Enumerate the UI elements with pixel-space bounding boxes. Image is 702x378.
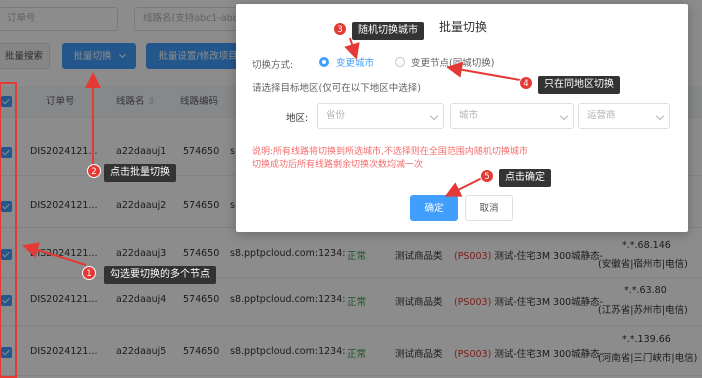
step-4-badge: 4 [519, 76, 533, 90]
radio-change-node-label[interactable]: 变更节点(同城切换) [411, 55, 494, 69]
isp-placeholder: 运营商 [587, 110, 616, 121]
dialog-title: 批量切换 [439, 20, 488, 34]
region-label: 地区: [286, 113, 309, 124]
step-1-badge: 1 [82, 266, 96, 280]
cancel-button[interactable]: 取消 [465, 195, 513, 221]
radio-change-node[interactable] [395, 57, 405, 67]
step-2-tip: 点击批量切换 [104, 164, 176, 182]
city-placeholder: 城市 [459, 110, 479, 121]
city-select[interactable]: 城市 [450, 103, 574, 129]
chevron-down-icon [429, 111, 439, 121]
step-2-badge: 2 [87, 164, 101, 178]
step-3-badge: 3 [333, 22, 347, 36]
province-select[interactable]: 省份 [317, 103, 444, 129]
region-hint: 请选择目标地区(仅可在以下地区中选择) [252, 83, 421, 94]
step-5-tip: 点击确定 [499, 169, 551, 187]
chevron-down-icon [559, 111, 569, 121]
step-1-tip: 勾选要切换的多个节点 [104, 266, 216, 284]
note-line-1: 说明:所有线路将切换到所选城市,不选择则在全国范围内随机切换城市 [252, 147, 528, 157]
chevron-down-icon [655, 111, 665, 121]
isp-select[interactable]: 运营商 [578, 103, 670, 129]
batch-switch-dialog: 批量切换 切换方式: 变更城市 变更节点(同城切换) 请选择目标地区(仅可在以下… [236, 4, 688, 232]
note-line-2: 切换成功后所有线路剩余切换次数均减一次 [252, 160, 424, 170]
confirm-button[interactable]: 确定 [410, 195, 458, 221]
step-3-tip: 随机切换城市 [352, 22, 424, 40]
step-4-tip: 只在同地区切换 [538, 76, 620, 94]
switch-mode-label: 切换方式: [252, 60, 294, 71]
radio-change-city-label[interactable]: 变更城市 [336, 55, 374, 69]
checkbox-highlight-frame [0, 82, 17, 378]
province-placeholder: 省份 [326, 110, 346, 121]
step-5-badge: 5 [480, 169, 494, 183]
radio-change-city[interactable] [319, 57, 329, 67]
